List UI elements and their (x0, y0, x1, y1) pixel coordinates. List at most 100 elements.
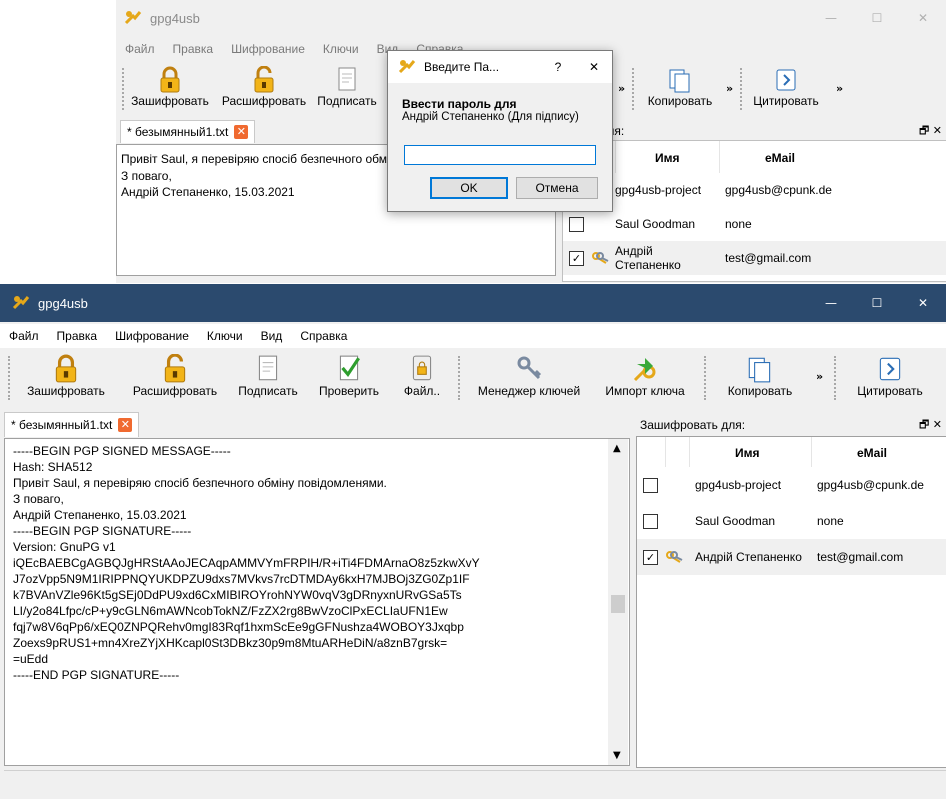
message-editor[interactable]: -----BEGIN PGP SIGNED MESSAGE----- Hash: … (4, 438, 630, 766)
back-overflow-1[interactable]: » (618, 82, 625, 95)
menu-item-5[interactable]: Справка (291, 329, 356, 343)
menu-item-2[interactable]: Шифрование (222, 42, 314, 56)
menu-item-0[interactable]: Файл (0, 329, 48, 343)
recipient-row[interactable]: Saul Goodman none (637, 503, 946, 539)
back-close-button[interactable]: ✕ (900, 11, 946, 25)
copy-label: Копировать (727, 384, 793, 398)
decrypt-button[interactable]: Расшифровать (122, 354, 228, 398)
import-key-button[interactable]: Импорт ключа (596, 354, 694, 398)
verify-button[interactable]: Проверить (312, 354, 386, 398)
encrypt-label: Зашифровать (27, 384, 105, 398)
column-divider[interactable] (811, 437, 812, 467)
column-divider[interactable] (719, 141, 720, 173)
column-divider[interactable] (689, 437, 690, 467)
main-titlebar: gpg4usb — ☐ ✕ (0, 284, 946, 322)
file-lock-icon (412, 355, 432, 381)
gpg4usb-logo-icon (398, 60, 416, 74)
recipient-checkbox[interactable] (643, 514, 658, 529)
decrypt-label: Расшифровать (132, 384, 218, 398)
import-key-label: Импорт ключа (605, 384, 685, 398)
password-input[interactable] (404, 145, 596, 165)
column-divider[interactable] (665, 437, 666, 467)
quote-icon (776, 69, 796, 91)
back-sign-label: Подписать (317, 94, 377, 108)
document-tab[interactable]: * безымянный1.txt ✕ (4, 412, 140, 437)
menu-item-4[interactable]: Вид (252, 329, 292, 343)
key-pair-icon (592, 252, 609, 264)
menu-item-3[interactable]: Ключи (314, 42, 368, 56)
tab-label: * безымянный1.txt (11, 418, 113, 432)
back-encrypt-button[interactable]: Зашифровать (130, 66, 210, 108)
back-document-tab[interactable]: * безымянный1.txt ✕ (120, 120, 256, 143)
gpg4usb-logo-icon (12, 296, 30, 310)
key-manager-button[interactable]: Менеджер ключей (468, 354, 590, 398)
scroll-down-icon[interactable]: ▼ (613, 750, 621, 761)
cancel-button[interactable]: Отмена (516, 177, 598, 199)
column-header-email[interactable]: eMail (857, 446, 887, 460)
editor-line: J7ozVpp5N9M1IRIPPNQYUKDPZU9dxs7MVkvs7rcD… (13, 572, 470, 586)
back-encrypt-label: Зашифровать (131, 94, 209, 108)
editor-line: Zoexs9pRUS1+mn4XreZYjXHKcapl0St3DBkz30p9… (13, 636, 448, 650)
copy-button[interactable]: Копировать (714, 354, 806, 398)
dock-title: Зашифровать для: 🗗 ✕ (636, 416, 946, 434)
back-quote-button[interactable]: Цитировать (748, 66, 824, 108)
close-tab-icon[interactable]: ✕ (234, 125, 249, 139)
back-dock-title: овать для: 🗗 ✕ (562, 122, 946, 140)
back-sign-button[interactable]: Подписать (314, 66, 380, 108)
toolbar-grip (458, 356, 463, 400)
recipient-checkbox[interactable] (643, 478, 658, 493)
unlock-icon (254, 66, 274, 93)
encrypt-button[interactable]: Зашифровать (18, 354, 114, 398)
scroll-up-icon[interactable]: ▲ (613, 443, 621, 454)
recipient-email: test@gmail.com (725, 251, 812, 265)
quote-button[interactable]: Цитировать (842, 354, 938, 398)
recipient-row[interactable]: gpg4usb-project gpg4usb@cpunk.de (637, 467, 946, 503)
menu-item-1[interactable]: Правка (164, 42, 223, 56)
back-decrypt-label: Расшифровать (221, 94, 307, 108)
back-overflow-2[interactable]: » (726, 82, 733, 95)
column-header-name[interactable]: Имя (655, 151, 680, 165)
sign-button[interactable]: Подписать (230, 354, 306, 398)
help-button[interactable]: ? (540, 60, 576, 74)
dialog-prompt: Ввести пароль для (402, 97, 517, 111)
verify-label: Проверить (318, 384, 379, 398)
column-header-email[interactable]: eMail (765, 151, 795, 165)
recipient-list: Имя eMail gpg4usb-project gpg4usb@cpunk.de S… (636, 436, 946, 768)
dialog-close-button[interactable]: ✕ (576, 60, 612, 74)
recipient-checkbox[interactable] (569, 217, 584, 232)
scroll-thumb[interactable] (611, 595, 625, 613)
recipient-checkbox[interactable]: ✓ (643, 550, 658, 565)
ok-button[interactable]: OK (430, 177, 508, 199)
recipient-row[interactable]: ✓ Андрій Степаненко test@gmail.com (637, 539, 946, 575)
menu-item-2[interactable]: Шифрование (106, 329, 198, 343)
minimize-button[interactable]: — (808, 296, 854, 310)
menu-item-0[interactable]: Файл (116, 42, 164, 56)
back-minimize-button[interactable]: — (808, 11, 854, 25)
recipient-checkbox[interactable]: ✓ (569, 251, 584, 266)
column-header-name[interactable]: Имя (735, 446, 760, 460)
dock-float-close-icon[interactable]: 🗗 ✕ (919, 416, 942, 435)
back-copy-label: Копировать (647, 94, 713, 108)
maximize-button[interactable]: ☐ (854, 296, 900, 310)
menu-item-3[interactable]: Ключи (198, 329, 252, 343)
column-divider[interactable] (615, 141, 616, 173)
password-dialog: Введите Па... ? ✕ Ввести пароль для Андр… (387, 50, 613, 212)
menu-item-1[interactable]: Правка (48, 329, 107, 343)
recipient-row[interactable]: Saul Goodman none (563, 207, 946, 241)
back-overflow-3[interactable]: » (836, 82, 843, 95)
close-tab-icon[interactable]: ✕ (118, 418, 133, 432)
back-decrypt-button[interactable]: Расшифровать (220, 66, 308, 108)
back-copy-button[interactable]: Копировать (642, 66, 718, 108)
dialog-titlebar: Введите Па... ? ✕ (388, 51, 612, 83)
recipient-row[interactable]: ✓ Андрій Степаненко test@gmail.com (563, 241, 946, 275)
close-button[interactable]: ✕ (900, 296, 946, 310)
toolbar-overflow-button[interactable]: » (816, 370, 823, 383)
file-menu-button[interactable]: Файл.. (392, 354, 452, 398)
recipient-row[interactable]: gpg4usb-project gpg4usb@cpunk.de (563, 173, 946, 207)
dock-float-close-icon[interactable]: 🗗 ✕ (919, 122, 942, 141)
back-maximize-button[interactable]: ☐ (854, 11, 900, 25)
toolbar-grip (8, 356, 13, 400)
editor-scrollbar[interactable]: ▲ ▼ (608, 439, 628, 765)
file-label: Файл.. (403, 384, 441, 398)
recipient-name: Андрій Степаненко (615, 244, 681, 272)
